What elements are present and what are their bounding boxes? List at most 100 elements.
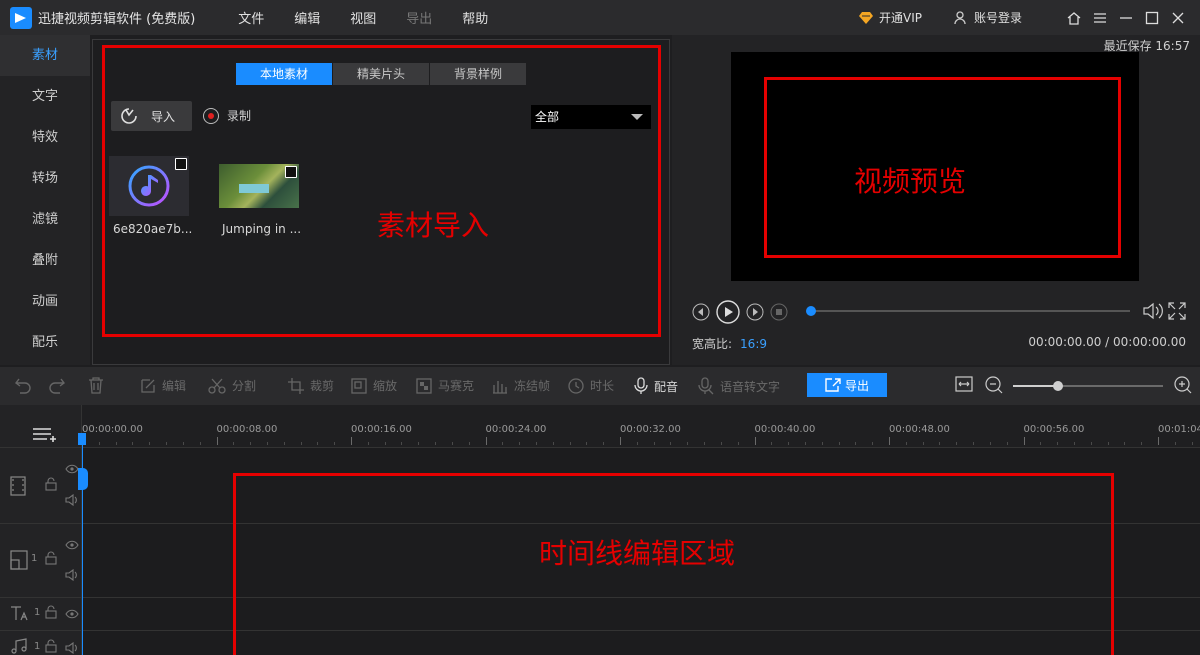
eye-icon bbox=[65, 609, 79, 619]
scissors-icon bbox=[208, 378, 226, 394]
sidebar-item-animation[interactable]: 动画 bbox=[0, 281, 90, 322]
tool-freeze-frame[interactable]: 冻结帧 bbox=[492, 377, 550, 394]
eye-icon bbox=[65, 540, 79, 550]
ruler-minor-tick bbox=[771, 442, 773, 445]
text-track-lock-button[interactable] bbox=[45, 605, 57, 619]
sidebar-item-overlays[interactable]: 叠附 bbox=[0, 240, 90, 281]
playhead-grip[interactable] bbox=[78, 468, 88, 490]
music-track-mute-button[interactable] bbox=[65, 642, 79, 654]
ruler-minor-tick bbox=[1141, 442, 1143, 445]
sidebar-item-filters[interactable]: 滤镜 bbox=[0, 199, 90, 240]
next-frame-button[interactable] bbox=[746, 303, 764, 321]
sidebar-item-text[interactable]: 文字 bbox=[0, 76, 90, 117]
ruler-minor-tick bbox=[855, 442, 857, 445]
timeline-zoom-slider[interactable] bbox=[1013, 381, 1163, 391]
sidebar-item-effects[interactable]: 特效 bbox=[0, 117, 90, 158]
edit-toolbar: 编辑 分割 裁剪 缩放 马赛克 冻结帧 时长 配音 语音转文字 导出 bbox=[0, 367, 1200, 405]
ruler-minor-tick bbox=[687, 442, 689, 445]
ruler-minor-tick bbox=[132, 442, 134, 445]
video-track-lock-button[interactable] bbox=[45, 477, 57, 491]
home-button[interactable] bbox=[1062, 0, 1086, 35]
tool-split[interactable]: 分割 bbox=[208, 377, 256, 394]
minimize-icon bbox=[1120, 16, 1132, 19]
redo-button[interactable] bbox=[48, 376, 72, 394]
undo-icon bbox=[15, 378, 31, 394]
zoom-out-button[interactable] bbox=[985, 376, 1009, 394]
ruler-minor-tick bbox=[519, 442, 521, 445]
minimize-button[interactable] bbox=[1114, 0, 1138, 35]
ruler-minor-tick bbox=[182, 442, 184, 445]
ruler-minor-tick bbox=[788, 442, 790, 445]
stop-button[interactable] bbox=[770, 303, 788, 321]
delete-button[interactable] bbox=[88, 376, 110, 394]
tool-crop[interactable]: 裁剪 bbox=[288, 377, 334, 394]
tool-voiceover-label: 配音 bbox=[654, 379, 679, 394]
login-button[interactable]: 账号登录 bbox=[954, 9, 1022, 26]
sidebar-item-transitions[interactable]: 转场 bbox=[0, 158, 90, 199]
tool-duration[interactable]: 时长 bbox=[568, 377, 614, 394]
play-icon bbox=[716, 300, 740, 324]
play-button[interactable] bbox=[716, 300, 740, 324]
menu-view[interactable]: 视图 bbox=[335, 8, 391, 27]
title-bar: 迅捷视频剪辑软件 (免费版) 文件 编辑 视图 导出 帮助 开通VIP 账号登录 bbox=[0, 0, 1200, 35]
video-track-visibility-button[interactable] bbox=[65, 464, 79, 474]
aspect-ratio-value[interactable]: 16:9 bbox=[740, 337, 767, 351]
fullscreen-button[interactable] bbox=[1168, 302, 1186, 323]
ruler-minor-tick bbox=[737, 442, 739, 445]
ruler-minor-tick bbox=[401, 442, 403, 445]
close-button[interactable] bbox=[1166, 0, 1190, 35]
add-track-button[interactable] bbox=[32, 426, 56, 442]
sidebar-item-music[interactable]: 配乐 bbox=[0, 322, 90, 363]
freeze-frame-icon bbox=[493, 380, 507, 394]
playback-progress-slider[interactable] bbox=[806, 306, 1130, 316]
export-button[interactable]: 导出 bbox=[807, 373, 887, 397]
speech-to-text-icon bbox=[698, 377, 714, 395]
sidebar-item-media[interactable]: 素材 bbox=[0, 35, 90, 76]
maximize-icon bbox=[1145, 11, 1159, 24]
ruler-minor-tick bbox=[989, 442, 991, 445]
music-track-lock-button[interactable] bbox=[45, 639, 57, 653]
pip-track-lock-button[interactable] bbox=[45, 551, 57, 565]
menu-export[interactable]: 导出 bbox=[391, 8, 447, 27]
ruler-minor-tick bbox=[1174, 442, 1176, 445]
vip-button[interactable]: 开通VIP bbox=[858, 9, 922, 26]
ruler-minor-tick bbox=[1090, 442, 1092, 445]
text-track-visibility-button[interactable] bbox=[65, 609, 79, 619]
pip-track-mute-button[interactable] bbox=[65, 569, 79, 581]
ruler-minor-tick bbox=[233, 442, 235, 445]
progress-knob[interactable] bbox=[806, 306, 816, 316]
ruler-tick-label: 00:00:00.00 bbox=[82, 424, 143, 435]
menu-edit[interactable]: 编辑 bbox=[279, 8, 335, 27]
speaker-icon bbox=[65, 494, 77, 506]
menu-file[interactable]: 文件 bbox=[223, 8, 279, 27]
video-track-mute-button[interactable] bbox=[65, 494, 79, 506]
tool-voiceover[interactable]: 配音 bbox=[634, 377, 678, 395]
menu-button[interactable] bbox=[1088, 0, 1112, 35]
ruler-tick-label: 00:00:08.00 bbox=[216, 424, 278, 435]
maximize-button[interactable] bbox=[1140, 0, 1164, 35]
previous-frame-button[interactable] bbox=[692, 303, 710, 321]
speaker-icon bbox=[65, 642, 77, 654]
previous-frame-icon bbox=[692, 303, 710, 321]
ruler-minor-tick bbox=[283, 442, 285, 445]
tool-split-label: 分割 bbox=[232, 379, 257, 393]
playhead-handle[interactable] bbox=[78, 433, 86, 445]
tool-mosaic[interactable]: 马赛克 bbox=[416, 377, 474, 394]
pip-track-visibility-button[interactable] bbox=[65, 540, 79, 550]
menu-help[interactable]: 帮助 bbox=[447, 8, 503, 27]
volume-button[interactable] bbox=[1142, 301, 1164, 324]
undo-button[interactable] bbox=[14, 376, 38, 394]
microphone-icon bbox=[634, 377, 648, 394]
tool-edit-label: 编辑 bbox=[162, 379, 187, 393]
ruler-minor-tick bbox=[266, 442, 268, 445]
tool-edit[interactable]: 编辑 bbox=[140, 377, 186, 394]
tool-zoom[interactable]: 缩放 bbox=[351, 377, 397, 394]
lock-icon bbox=[45, 639, 57, 653]
zoom-knob[interactable] bbox=[1053, 381, 1063, 391]
zoom-in-button[interactable] bbox=[1174, 376, 1198, 394]
home-icon bbox=[1067, 11, 1081, 25]
timeline-ruler[interactable]: 00:00:00.00 00:00:08.00 00:00:16.00 00:00:2… bbox=[82, 405, 1200, 447]
tool-speech-to-text[interactable]: 语音转文字 bbox=[698, 377, 780, 395]
fit-timeline-button[interactable] bbox=[955, 376, 979, 392]
ruler-tick bbox=[1158, 437, 1159, 445]
